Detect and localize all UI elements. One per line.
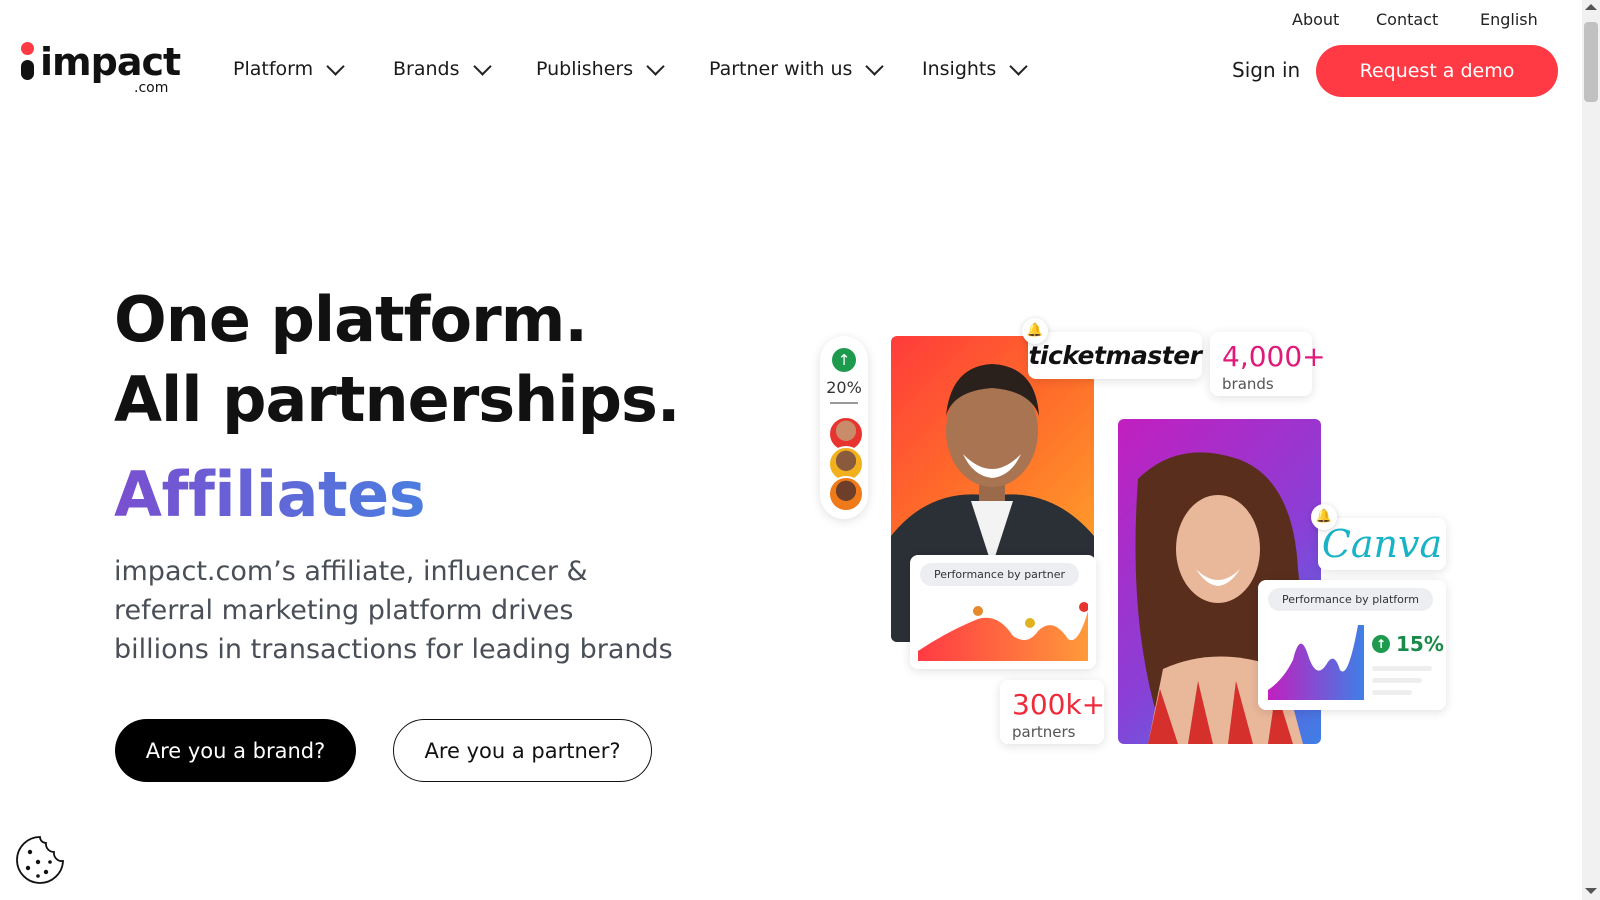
brand-cta-button[interactable]: Are you a brand? [115, 719, 356, 782]
partners-label: partners [1012, 723, 1076, 741]
nav-item-publishers[interactable]: Publishers [536, 56, 665, 80]
chevron-down-icon [472, 56, 492, 76]
nav-item-brands[interactable]: Brands [393, 56, 492, 80]
chevron-down-icon [1009, 56, 1028, 76]
performance-by-platform-card: Performance by platform ↑ 15% [1258, 580, 1446, 710]
headline-line-2: All partnerships. [114, 363, 680, 436]
hero-description: impact.com’s affiliate, influencer & ref… [114, 556, 673, 665]
growth-percent: 20% [826, 378, 862, 397]
rotating-keyword: Affiliates [114, 458, 426, 531]
platform-change: ↑ 15% [1372, 632, 1444, 656]
nav-item-insights[interactable]: Insights [922, 56, 1028, 80]
chevron-down-icon [326, 56, 345, 76]
bell-icon: 🔔 [1022, 318, 1048, 344]
logo[interactable]: impact .com [18, 40, 188, 100]
about-link[interactable]: About [1292, 10, 1339, 29]
chevron-down-icon [865, 56, 885, 76]
scroll-up-arrow[interactable] [1585, 4, 1597, 10]
logo-wordmark: impact [40, 40, 181, 84]
nav-label: Publishers [536, 58, 634, 80]
cookie-settings-icon[interactable] [14, 834, 66, 886]
hero-headline: One platform. All partnerships. [114, 280, 680, 440]
chevron-down-icon [646, 56, 665, 76]
ticketmaster-logo-card: ticketmaster [1028, 332, 1202, 379]
platform-change-value: 15% [1396, 632, 1444, 656]
card-title: Performance by platform [1268, 588, 1433, 611]
nav-label: Insights [922, 58, 997, 80]
brands-label: brands [1222, 375, 1274, 393]
brands-stat-card: 4,000+ brands [1210, 332, 1326, 396]
contact-link[interactable]: Contact [1376, 10, 1438, 29]
nav-item-platform[interactable]: Platform [233, 56, 345, 80]
growth-pill: ↑ 20% [820, 336, 868, 519]
arrow-up-icon: ↑ [1372, 635, 1390, 653]
partners-stat-card: 300k+ partners [1000, 680, 1106, 744]
partner-cta-button[interactable]: Are you a partner? [393, 719, 652, 782]
scrollbar-thumb[interactable] [1584, 22, 1598, 102]
logo-suffix: .com [134, 80, 169, 96]
performance-by-partner-card: Performance by partner [910, 555, 1096, 669]
scroll-down-arrow[interactable] [1585, 888, 1597, 894]
brands-count: 4,000+ [1222, 340, 1326, 373]
canva-logo-card: Canva [1318, 518, 1446, 570]
avatar [828, 476, 864, 512]
language-selector[interactable]: English [1480, 10, 1538, 29]
nav-item-partner-with-us[interactable]: Partner with us [709, 56, 885, 80]
divider [830, 402, 858, 404]
card-title: Performance by partner [920, 563, 1080, 586]
nav-label: Partner with us [709, 58, 853, 80]
arrow-up-icon: ↑ [832, 348, 856, 372]
nav-label: Brands [393, 58, 460, 80]
headline-line-1: One platform. [114, 283, 588, 356]
request-demo-button[interactable]: Request a demo [1316, 45, 1558, 97]
nav-label: Platform [233, 58, 314, 80]
logo-mark [18, 42, 34, 82]
partners-count: 300k+ [1012, 688, 1106, 721]
vertical-scrollbar[interactable] [1582, 0, 1600, 900]
sign-in-link[interactable]: Sign in [1232, 58, 1300, 82]
bell-icon: 🔔 [1311, 504, 1337, 530]
